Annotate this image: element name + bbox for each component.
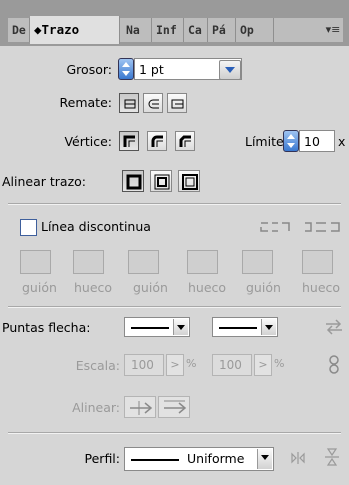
- chevron-down-icon: [261, 319, 276, 335]
- weight-spinner[interactable]: [118, 58, 134, 80]
- tab-pa[interactable]: Pá: [208, 18, 236, 42]
- round-cap-button[interactable]: [143, 93, 163, 113]
- dash-preserve-icon: [260, 222, 290, 232]
- cap-label: Remate:: [59, 95, 112, 110]
- end-arrowhead-select[interactable]: [212, 317, 278, 337]
- separator: [8, 203, 341, 205]
- panel-menu-icon[interactable]: ▾≡: [322, 18, 344, 42]
- align-center-button[interactable]: [122, 170, 144, 192]
- chevron-down-icon: [173, 319, 188, 335]
- start-scale-arrow-button[interactable]: >: [166, 354, 184, 376]
- link-icon[interactable]: [327, 355, 341, 375]
- gap-label-3: hueco: [302, 280, 341, 295]
- arrow-place-button[interactable]: [158, 396, 190, 418]
- dashed-line-checkbox[interactable]: [20, 219, 37, 236]
- dashed-line-label: Línea discontinua: [41, 219, 151, 234]
- weight-dropdown-button[interactable]: [219, 60, 241, 80]
- projecting-cap-icon: [171, 99, 184, 109]
- align-inside-icon: [154, 174, 170, 190]
- arrowheads-label: Puntas flecha:: [2, 320, 91, 335]
- arrow-extend-button[interactable]: [124, 396, 156, 418]
- round-join-icon: [151, 135, 163, 147]
- limit-label: Límite:: [245, 134, 288, 149]
- end-scale-arrow-button[interactable]: >: [254, 354, 272, 376]
- dash-align-button[interactable]: [302, 218, 342, 236]
- dash-input-1[interactable]: [20, 250, 51, 274]
- arrow-place-icon: [164, 400, 187, 414]
- butt-cap-icon: [124, 99, 136, 109]
- align-stroke-label: Alinear trazo:: [2, 174, 87, 189]
- bevel-join-button[interactable]: [175, 131, 195, 151]
- tab-ca[interactable]: Ca: [184, 18, 208, 42]
- gap-input-3[interactable]: [302, 250, 333, 274]
- align-inside-button[interactable]: [150, 170, 172, 192]
- align-outside-button[interactable]: [178, 170, 200, 192]
- limit-unit: x: [338, 134, 346, 149]
- gap-label-2: hueco: [188, 280, 227, 295]
- dash-label-3: guión: [246, 280, 281, 295]
- tab-inf[interactable]: Inf: [152, 18, 184, 42]
- stroke-panel: De ◆Trazo Na Inf Ca Pá Op ▾≡ Grosor: 1 p…: [0, 0, 349, 485]
- flip-vertical-icon[interactable]: [323, 446, 341, 468]
- swap-arrowheads-icon[interactable]: [324, 318, 344, 336]
- end-scale-input[interactable]: 100: [212, 354, 252, 376]
- gap-input-2[interactable]: [187, 250, 218, 274]
- profile-label: Perfil:: [84, 451, 120, 466]
- dash-input-2[interactable]: [128, 250, 159, 274]
- end-scale-percent: %: [274, 357, 285, 370]
- align-center-icon: [126, 174, 142, 190]
- miter-join-icon: [123, 135, 135, 147]
- limit-input[interactable]: 10: [299, 130, 335, 152]
- projecting-cap-button[interactable]: [167, 93, 187, 113]
- separator: [8, 432, 341, 434]
- start-scale-percent: %: [186, 357, 197, 370]
- tab-trazo[interactable]: ◆Trazo: [30, 16, 120, 44]
- dash-label-2: guión: [133, 280, 168, 295]
- arrow-align-label: Alinear:: [72, 400, 120, 415]
- profile-value: Uniforme: [187, 451, 245, 466]
- tab-op[interactable]: Op: [236, 18, 274, 42]
- round-join-button[interactable]: [147, 131, 167, 151]
- dash-input-3[interactable]: [242, 250, 273, 274]
- round-cap-icon: [148, 99, 159, 109]
- butt-cap-button[interactable]: [119, 93, 139, 113]
- flip-horizontal-icon[interactable]: [290, 449, 308, 467]
- scale-label: Escala:: [75, 358, 120, 373]
- dash-preserve-button[interactable]: [258, 218, 292, 236]
- limit-spinner[interactable]: [283, 130, 299, 152]
- start-arrowhead-select[interactable]: [124, 317, 190, 337]
- gap-input-1[interactable]: [73, 250, 104, 274]
- tab-na[interactable]: Na: [122, 18, 152, 42]
- weight-label: Grosor:: [66, 62, 113, 77]
- miter-join-button[interactable]: [119, 131, 139, 151]
- tab-de[interactable]: De: [8, 18, 30, 42]
- align-outside-icon: [182, 174, 198, 190]
- arrow-extend-icon: [130, 401, 153, 415]
- profile-select[interactable]: Uniforme: [124, 447, 274, 471]
- separator: [8, 306, 341, 308]
- gap-label-1: hueco: [74, 280, 113, 295]
- dash-align-icon: [305, 222, 340, 232]
- corner-label: Vértice:: [64, 134, 112, 149]
- start-scale-input[interactable]: 100: [124, 354, 164, 376]
- bevel-join-icon: [179, 135, 191, 147]
- chevron-down-icon: [257, 449, 272, 469]
- dash-label-1: guión: [22, 280, 57, 295]
